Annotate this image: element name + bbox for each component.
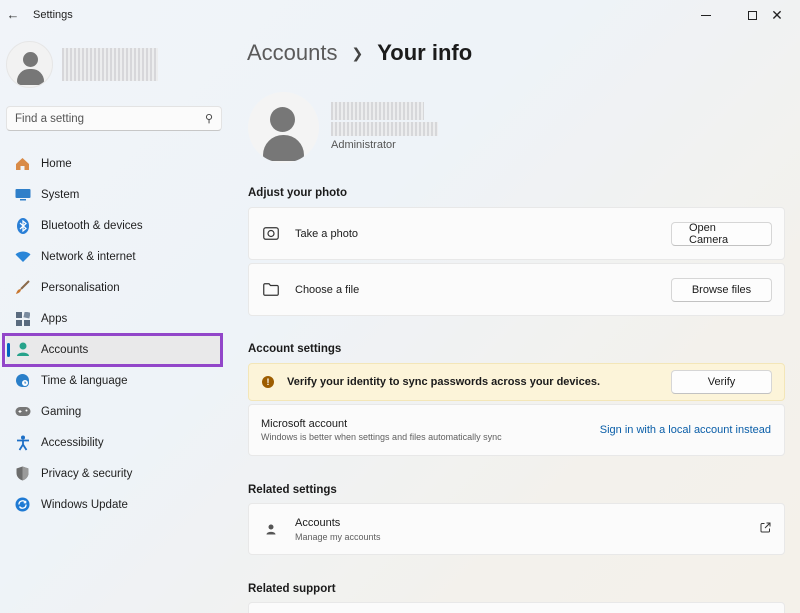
accounts-related-card[interactable]: Accounts Manage my accounts [248,503,785,555]
avatar[interactable] [6,41,53,88]
chevron-right-icon: ❯ [352,45,364,62]
open-external-icon [760,522,771,536]
avatar-head [23,52,38,67]
sidebar-item-gaming[interactable]: Gaming [6,396,222,427]
sidebar-item-time-language[interactable]: Time & language [6,365,222,396]
bluetooth-icon [14,217,31,234]
sidebar-item-label: Home [41,158,72,170]
sidebar-item-label: Gaming [41,406,81,418]
section-title-account-settings: Account settings [248,343,341,355]
minimize-icon [701,15,711,16]
sidebar-nav: Home System Bluetooth & devices Network … [6,148,222,520]
avatar-body [17,69,44,85]
section-title-related-settings: Related settings [248,484,337,496]
take-photo-label: Take a photo [295,228,671,240]
sidebar-item-home[interactable]: Home [6,148,222,179]
sidebar-item-windows-update[interactable]: Windows Update [6,489,222,520]
home-icon [14,155,31,172]
sidebar-item-label: Windows Update [41,499,128,511]
sidebar-item-bluetooth[interactable]: Bluetooth & devices [6,210,222,241]
sidebar-item-accessibility[interactable]: Accessibility [6,427,222,458]
avatar-head [270,107,295,132]
sidebar-item-privacy-security[interactable]: Privacy & security [6,458,222,489]
sidebar-item-label: Accessibility [41,437,104,449]
minimize-button[interactable] [683,0,729,30]
monitor-icon [14,186,31,203]
sidebar-item-label: Apps [41,313,67,325]
section-title-related-support: Related support [248,583,336,595]
sidebar-item-label: Bluetooth & devices [41,220,143,232]
sidebar-item-accounts[interactable]: Accounts [6,334,222,365]
gamepad-icon [14,403,31,420]
sidebar-item-label: Network & internet [41,251,136,263]
local-account-link[interactable]: Sign in with a local account instead [600,424,771,436]
choose-file-label: Choose a file [295,284,671,296]
accounts-related-description: Manage my accounts [295,532,760,542]
account-icon [14,341,31,358]
sidebar-item-system[interactable]: System [6,179,222,210]
browse-files-button[interactable]: Browse files [671,278,772,302]
microsoft-account-description: Windows is better when settings and file… [261,432,600,442]
app-title: Settings [33,9,73,21]
wifi-icon [14,248,31,265]
sidebar-item-label: Accounts [41,344,88,356]
breadcrumb-parent[interactable]: Accounts [247,40,338,66]
verify-identity-text: Verify your identity to sync passwords a… [287,376,671,388]
update-icon [14,496,31,513]
close-icon: ✕ [771,8,783,22]
search-box[interactable]: ⚲ [6,106,222,131]
accounts-related-title: Accounts [295,517,760,529]
clock-globe-icon [14,372,31,389]
sidebar-item-label: Privacy & security [41,468,132,480]
user-role: Administrator [331,139,396,151]
related-support-card[interactable] [248,602,785,613]
microsoft-account-text: Microsoft account Windows is better when… [261,418,600,442]
apps-icon [14,310,31,327]
arrow-left-icon: ← [7,7,20,22]
verify-button[interactable]: Verify [671,370,772,394]
close-button[interactable]: ✕ [754,0,800,30]
choose-file-card: Choose a file Browse files [248,263,785,316]
warning-icon: ! [262,376,274,388]
breadcrumb: Accounts ❯ Your info [247,40,472,66]
microsoft-account-title: Microsoft account [261,418,600,430]
search-input[interactable] [15,113,205,125]
brush-icon [14,279,31,296]
take-photo-card: Take a photo Open Camera [248,207,785,260]
person-icon [261,524,281,535]
section-title-adjust-photo: Adjust your photo [248,187,347,199]
open-camera-button[interactable]: Open Camera [671,222,772,246]
search-icon[interactable]: ⚲ [205,112,213,125]
sidebar-item-personalisation[interactable]: Personalisation [6,272,222,303]
sidebar-item-network[interactable]: Network & internet [6,241,222,272]
title-bar: ← Settings ✕ [0,0,800,30]
camera-icon [261,227,281,240]
verify-identity-banner: ! Verify your identity to sync passwords… [248,363,785,401]
sidebar-item-apps[interactable]: Apps [6,303,222,334]
user-avatar [248,92,319,163]
profile-name-redacted [62,48,158,81]
accounts-related-text: Accounts Manage my accounts [295,517,760,542]
microsoft-account-card: Microsoft account Windows is better when… [248,404,785,456]
back-button[interactable]: ← [4,4,22,24]
user-name-redacted [331,102,424,120]
accessibility-icon [14,434,31,451]
avatar-body [263,135,304,161]
sidebar-item-label: Personalisation [41,282,120,294]
sidebar-item-label: Time & language [41,375,128,387]
user-email-redacted [331,122,438,136]
page-title: Your info [377,40,472,66]
folder-icon [261,283,281,296]
shield-icon [14,465,31,482]
sidebar-item-label: System [41,189,79,201]
